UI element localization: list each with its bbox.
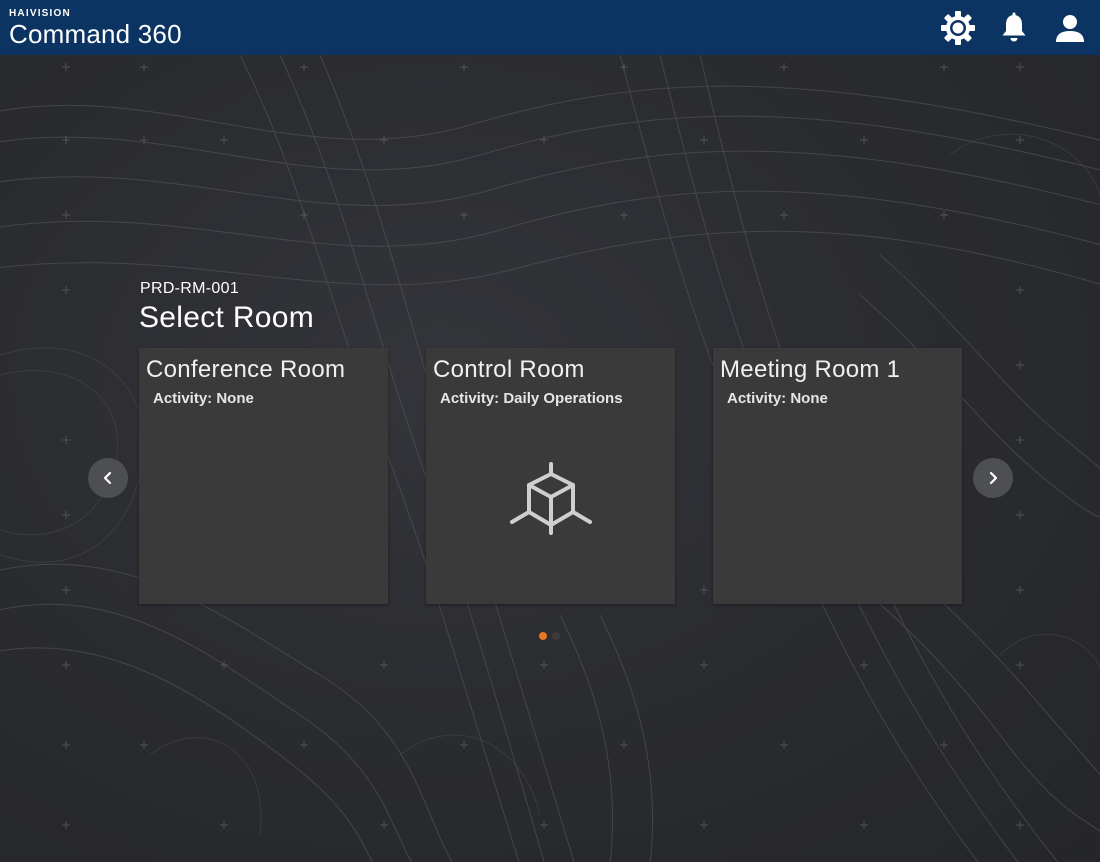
room-card-control-room[interactable]: Control Room Activity: Daily Operations — [426, 348, 675, 604]
carousel-pagination — [539, 632, 560, 640]
header-actions — [940, 10, 1088, 46]
user-account-icon[interactable] — [1052, 10, 1088, 46]
room-card-title: Meeting Room 1 — [720, 356, 901, 383]
room-card-activity: Activity: None — [727, 390, 828, 407]
cube-icon — [508, 460, 594, 545]
room-card-title: Control Room — [433, 356, 585, 383]
page-title: Select Room — [139, 301, 315, 334]
notification-bell-icon[interactable] — [996, 10, 1032, 46]
carousel-dot-1[interactable] — [539, 632, 547, 640]
chevron-right-icon — [989, 471, 998, 485]
room-id-label: PRD-RM-001 — [140, 280, 240, 297]
carousel-dot-2[interactable] — [552, 632, 560, 640]
chevron-left-icon — [103, 471, 112, 485]
room-card-conference-room[interactable]: Conference Room Activity: None — [139, 348, 388, 604]
brand-logo[interactable]: HAIVISION Command 360 — [9, 8, 182, 49]
room-selector: PRD-RM-001 Select Room Conference Room A… — [0, 55, 1100, 862]
room-card-meeting-room-1[interactable]: Meeting Room 1 Activity: None — [713, 348, 962, 604]
carousel-next-button[interactable] — [973, 458, 1013, 498]
room-card-activity: Activity: None — [153, 390, 254, 407]
room-card-title: Conference Room — [146, 356, 346, 383]
brand-product-name: Command 360 — [9, 19, 182, 49]
carousel-prev-button[interactable] — [88, 458, 128, 498]
brand-company-name: HAIVISION — [9, 8, 71, 19]
top-bar: HAIVISION Command 360 — [0, 0, 1100, 55]
room-card-activity: Activity: Daily Operations — [440, 390, 623, 407]
settings-gear-icon[interactable] — [940, 10, 976, 46]
